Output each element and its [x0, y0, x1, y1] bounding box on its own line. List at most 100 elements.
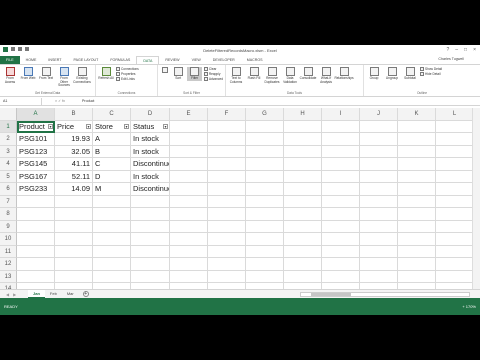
tab-page-layout[interactable]: PAGE LAYOUT: [68, 56, 105, 64]
cell-B5[interactable]: 52.11: [55, 170, 93, 183]
minimize-icon[interactable]: –: [455, 47, 458, 53]
cell-G3[interactable]: [246, 145, 284, 158]
cell-D5[interactable]: In stock: [131, 170, 170, 183]
cell-B4[interactable]: 41.11: [55, 158, 93, 171]
from-access-button[interactable]: From Access: [2, 67, 18, 84]
cell-F11[interactable]: [208, 245, 246, 258]
cell-G2[interactable]: [246, 133, 284, 146]
new-sheet-icon[interactable]: +: [82, 291, 89, 297]
cell-I10[interactable]: [322, 233, 360, 246]
formula-icons[interactable]: × ✓ fx: [42, 99, 78, 103]
row-header[interactable]: 4: [0, 158, 17, 171]
from-other-sources-button[interactable]: From Other Sources: [56, 67, 72, 88]
column-header[interactable]: E: [170, 108, 208, 121]
row-header[interactable]: 8: [0, 208, 17, 221]
cell-I9[interactable]: [322, 220, 360, 233]
cell-L5[interactable]: [436, 170, 474, 183]
existing-connections-button[interactable]: Existing Connections: [73, 67, 91, 84]
relationships-button[interactable]: Relationships: [334, 67, 354, 81]
filter-button[interactable]: Filter: [187, 67, 202, 81]
cell-I7[interactable]: [322, 195, 360, 208]
cell-C6[interactable]: M: [93, 183, 131, 196]
cell-A2[interactable]: PSG101: [17, 133, 55, 146]
cell-E1[interactable]: [170, 120, 208, 133]
cell-I11[interactable]: [322, 245, 360, 258]
cell-C9[interactable]: [93, 220, 131, 233]
scroll-thumb[interactable]: [311, 293, 351, 296]
column-header[interactable]: B: [55, 108, 93, 121]
tab-insert[interactable]: INSERT: [42, 56, 67, 64]
row-header[interactable]: 13: [0, 270, 17, 283]
cell-B6[interactable]: 14.09: [55, 183, 93, 196]
cell-K3[interactable]: [398, 145, 436, 158]
prev-sheet-icon[interactable]: ◀: [6, 292, 9, 297]
select-all-corner[interactable]: [0, 108, 17, 121]
cell-A12[interactable]: [17, 258, 55, 271]
cell-A6[interactable]: PSG233: [17, 183, 55, 196]
remove-duplicates-button[interactable]: Remove Duplicates: [264, 67, 280, 84]
column-header[interactable]: D: [131, 108, 170, 121]
edit-links-button[interactable]: Edit Links: [116, 77, 139, 81]
cell-B10[interactable]: [55, 233, 93, 246]
cell-J6[interactable]: [360, 183, 398, 196]
cell-I13[interactable]: [322, 270, 360, 283]
cell-F9[interactable]: [208, 220, 246, 233]
cell-F13[interactable]: [208, 270, 246, 283]
cell-J1[interactable]: [360, 120, 398, 133]
cell-E11[interactable]: [170, 245, 208, 258]
cell-K13[interactable]: [398, 270, 436, 283]
maximize-icon[interactable]: □: [464, 47, 467, 53]
show-detail-button[interactable]: Show Detail: [420, 67, 442, 71]
cell-C11[interactable]: [93, 245, 131, 258]
properties-button[interactable]: Properties: [116, 72, 139, 76]
cell-A5[interactable]: PSG167: [17, 170, 55, 183]
cell-L4[interactable]: [436, 158, 474, 171]
cell-L2[interactable]: [436, 133, 474, 146]
cell-D13[interactable]: [131, 270, 170, 283]
cell-J3[interactable]: [360, 145, 398, 158]
column-header[interactable]: F: [208, 108, 246, 121]
cell-E4[interactable]: [170, 158, 208, 171]
cell-E3[interactable]: [170, 145, 208, 158]
reapply-button[interactable]: Reapply: [203, 72, 223, 76]
cell-A9[interactable]: [17, 220, 55, 233]
cell-I2[interactable]: [322, 133, 360, 146]
sort-button[interactable]: Sort: [171, 67, 185, 81]
cell-G5[interactable]: [246, 170, 284, 183]
cell-J7[interactable]: [360, 195, 398, 208]
cell-H9[interactable]: [284, 220, 322, 233]
row-header[interactable]: 3: [0, 145, 17, 158]
row-header[interactable]: 9: [0, 220, 17, 233]
tab-file[interactable]: FILE: [0, 56, 20, 64]
cell-L6[interactable]: [436, 183, 474, 196]
cell-K10[interactable]: [398, 233, 436, 246]
cell-I8[interactable]: [322, 208, 360, 221]
tab-macros[interactable]: MACROS: [241, 56, 269, 64]
horizontal-scrollbar[interactable]: [300, 292, 470, 297]
cell-E7[interactable]: [170, 195, 208, 208]
tab-data[interactable]: DATA: [136, 56, 160, 64]
cell-K11[interactable]: [398, 245, 436, 258]
sheet-tab-jan[interactable]: Jan: [28, 290, 45, 298]
zoom-level[interactable]: + 170%: [462, 304, 476, 309]
cell-D6[interactable]: Discontinued: [131, 183, 170, 196]
cell-E10[interactable]: [170, 233, 208, 246]
cell-A8[interactable]: [17, 208, 55, 221]
row-header[interactable]: 7: [0, 195, 17, 208]
cell-J10[interactable]: [360, 233, 398, 246]
cell-F8[interactable]: [208, 208, 246, 221]
cell-C10[interactable]: [93, 233, 131, 246]
cell-C12[interactable]: [93, 258, 131, 271]
cell-A3[interactable]: PSG123: [17, 145, 55, 158]
cell-F1[interactable]: [208, 120, 246, 133]
cell-E2[interactable]: [170, 133, 208, 146]
cell-I4[interactable]: [322, 158, 360, 171]
cell-H1[interactable]: [284, 120, 322, 133]
cell-G13[interactable]: [246, 270, 284, 283]
tab-home[interactable]: HOME: [20, 56, 43, 64]
user-name[interactable]: Charles Tugwell: [438, 57, 464, 61]
text-to-columns-button[interactable]: Text to Columns: [228, 67, 244, 84]
cell-A4[interactable]: PSG145: [17, 158, 55, 171]
data-validation-button[interactable]: Data Validation: [282, 67, 298, 84]
cell-H12[interactable]: [284, 258, 322, 271]
